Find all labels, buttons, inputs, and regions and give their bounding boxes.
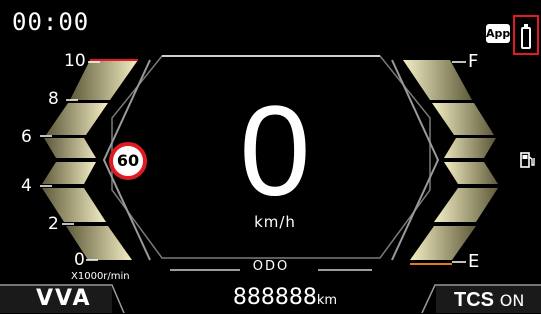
tach-segment: [44, 138, 96, 158]
fuel-pump-icon: [520, 152, 535, 168]
tcs-label: TCS: [454, 289, 494, 311]
tach-segment: [42, 162, 96, 184]
fuel-segment: [403, 60, 472, 100]
tach-unit: X1000r/min: [71, 271, 130, 282]
odometer-unit: km: [316, 293, 338, 308]
fuel-segment: [410, 226, 476, 260]
app-connect-icon[interactable]: App: [486, 24, 510, 43]
fuel-segment: [444, 162, 498, 184]
tach-label-0: 0: [74, 250, 85, 270]
instrument-cluster: 00:00 App 10 8 6 4 2 0 X1000r/min 60 0 k…: [0, 0, 541, 313]
tach-label-4: 4: [21, 176, 32, 196]
tach-label-2: 2: [48, 214, 59, 234]
tcs-state: ON: [499, 291, 525, 310]
odometer-value: 888888: [232, 285, 317, 310]
battery-icon: [513, 15, 539, 55]
odometer-readout: 888888km: [210, 285, 360, 314]
tach-label-6: 6: [21, 127, 32, 147]
fuel-segment: [444, 138, 496, 158]
speed-limit-sign: 60: [109, 142, 147, 180]
riding-mode-label: VVA: [36, 286, 92, 311]
fuel-segment: [434, 188, 498, 222]
tach-label-8: 8: [48, 89, 59, 109]
speed-unit: km/h: [254, 213, 296, 231]
speed-readout: 0: [239, 80, 311, 223]
fuel-empty-label: E: [468, 251, 480, 272]
clock: 00:00: [12, 8, 90, 36]
traction-control-status: TCS ON: [454, 289, 524, 312]
odometer-label: ODO: [252, 259, 290, 274]
fuel-full-label: F: [468, 51, 479, 72]
tach-label-10: 10: [64, 51, 86, 71]
fuel-segment: [432, 103, 494, 135]
